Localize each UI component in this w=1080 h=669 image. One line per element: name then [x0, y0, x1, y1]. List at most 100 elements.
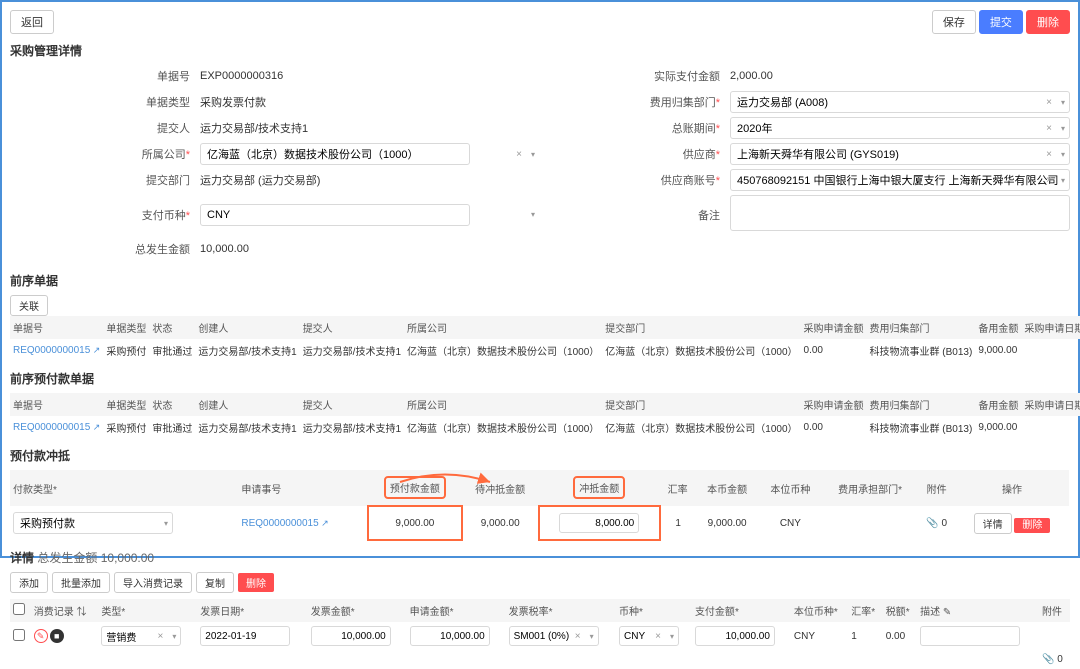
currency-select[interactable] — [200, 204, 470, 226]
seq2-title: 前序预付款单据 — [10, 370, 1070, 387]
offset-delete-button[interactable]: 删除 — [1014, 518, 1050, 533]
col-header: 采购申请日期 — [1021, 393, 1080, 416]
col-header: 备用金额 — [975, 316, 1021, 339]
chevron-down-icon[interactable]: ▾ — [1061, 98, 1065, 107]
date-input[interactable] — [200, 626, 290, 646]
col-payamt: 支付金额* — [692, 599, 791, 622]
detail-delete-button[interactable]: 删除 — [238, 573, 274, 592]
col-header: 提交人 — [300, 316, 404, 339]
doc-link[interactable]: REQ0000000015 — [13, 422, 100, 433]
tab-related[interactable]: 关联 — [10, 295, 48, 316]
chevron-down-icon[interactable]: ▾ — [164, 519, 168, 528]
chevron-down-icon[interactable]: ▾ — [1061, 176, 1065, 185]
copy-button[interactable]: 复制 — [196, 572, 234, 593]
chevron-down-icon[interactable]: ▾ — [1061, 124, 1065, 133]
submitter-value: 运力交易部/技术支持1 — [200, 120, 540, 136]
doctype-value: 采购发票付款 — [200, 94, 540, 110]
clear-icon[interactable]: × — [1046, 175, 1052, 186]
col-tax: 税额* — [883, 599, 917, 622]
table-cell: 采购预付 — [103, 416, 149, 439]
clear-icon[interactable]: × — [1046, 149, 1052, 160]
currency-label: 支付币种* — [10, 207, 200, 223]
chevron-down-icon[interactable]: ▾ — [531, 150, 535, 159]
col-dept: 费用承担部门 — [838, 485, 898, 496]
add-button[interactable]: 添加 — [10, 572, 48, 593]
localcur-cell: CNY — [791, 622, 848, 650]
company-select[interactable] — [200, 143, 470, 165]
clear-icon[interactable]: × — [516, 149, 522, 160]
col-taxrate: 发票税率* — [506, 599, 616, 622]
import-button[interactable]: 导入消费记录 — [114, 572, 192, 593]
table-cell: 运力交易部/技术支持1 — [300, 416, 404, 439]
seq1-title: 前序单据 — [10, 272, 1070, 289]
subdept-value: 运力交易部 (运力交易部) — [200, 172, 540, 188]
table-cell: 审批通过 — [149, 339, 195, 362]
attachment-icon[interactable]: 📎 — [926, 518, 941, 529]
col-rate: 汇率 — [660, 470, 696, 506]
col-header: 单据类型 — [103, 393, 149, 416]
company-label: 所属公司* — [10, 146, 200, 162]
col-invoiceamt: 发票金额* — [308, 599, 407, 622]
clear-icon[interactable]: × — [575, 631, 581, 642]
table-cell: 运力交易部/技术支持1 — [195, 339, 299, 362]
supplier-select[interactable] — [730, 143, 1070, 165]
apply-amt-input[interactable] — [410, 626, 490, 646]
back-button[interactable]: 返回 — [10, 10, 54, 34]
batch-add-button[interactable]: 批量添加 — [52, 572, 110, 593]
col-prepay-highlight: 预付款金额 — [384, 476, 446, 499]
col-localcur: 本位币种* — [791, 599, 848, 622]
clear-icon[interactable]: × — [1046, 97, 1052, 108]
chevron-down-icon[interactable]: ▾ — [531, 210, 535, 219]
col-ops: 操作 — [955, 470, 1069, 506]
attachment-icon[interactable]: 📎 — [1042, 654, 1057, 665]
remark-textarea[interactable] — [730, 195, 1070, 231]
taxrate-select[interactable] — [509, 626, 599, 646]
col-offset-highlight: 冲抵金额 — [573, 476, 625, 499]
edit-icon[interactable]: ✎ — [34, 629, 48, 643]
col-header: 提交人 — [300, 393, 404, 416]
subdept-label: 提交部门 — [10, 172, 200, 188]
invoice-amt-input[interactable] — [311, 626, 391, 646]
row-checkbox[interactable] — [13, 629, 25, 641]
doc-link[interactable]: REQ0000000015 — [13, 345, 100, 356]
invoice-icon[interactable]: ■ — [50, 629, 64, 643]
chevron-down-icon[interactable]: ▾ — [670, 632, 674, 641]
clear-icon[interactable]: × — [157, 631, 163, 642]
chevron-down-icon[interactable]: ▾ — [590, 632, 594, 641]
delete-button[interactable]: 删除 — [1026, 10, 1070, 34]
offset-detail-button[interactable]: 详情 — [974, 513, 1012, 534]
seq2-table: 单据号单据类型状态创建人提交人所属公司提交部门采购申请金额费用归集部门备用金额采… — [10, 393, 1080, 439]
payamt-input[interactable] — [695, 626, 775, 646]
actualpay-label: 实际支付金额 — [540, 68, 730, 84]
detail-table: 消费记录 ⇅ 类型* 发票日期* 发票金额* 申请金额* 发票税率* 币种* 支… — [10, 599, 1070, 669]
total-label: 总发生金额 — [10, 241, 200, 257]
table-cell: 科技物流事业群 (B013) — [867, 339, 976, 362]
table-cell: 0.00 — [801, 339, 867, 362]
save-button[interactable]: 保存 — [932, 10, 976, 34]
table-cell — [1021, 339, 1080, 362]
tax-cell: 0.00 — [883, 622, 917, 650]
clear-icon[interactable]: × — [1046, 123, 1052, 134]
chevron-down-icon[interactable]: ▾ — [1061, 150, 1065, 159]
offset-paytype-select[interactable] — [13, 512, 173, 534]
offset-reqno-link[interactable]: REQ0000000015 — [241, 518, 328, 529]
rate-cell: 1 — [848, 622, 882, 650]
clear-icon[interactable]: × — [655, 631, 661, 642]
col-header: 提交部门 — [602, 393, 800, 416]
docno-value: EXP0000000316 — [200, 70, 540, 82]
col-header: 采购申请金额 — [801, 316, 867, 339]
period-select[interactable] — [730, 117, 1070, 139]
acct-select[interactable] — [730, 169, 1070, 191]
costdept-select[interactable] — [730, 91, 1070, 113]
offset-table: 付款类型* 申请事号 预付款金额 待冲抵金额 冲抵金额 汇率 本币金额 本位币种… — [10, 470, 1070, 541]
offset-amount-input[interactable] — [559, 513, 639, 533]
submit-button[interactable]: 提交 — [979, 10, 1023, 34]
desc-input[interactable] — [920, 626, 1020, 646]
col-header: 单据类型 — [103, 316, 149, 339]
remark-label: 备注 — [540, 207, 730, 223]
table-cell: REQ0000000015 — [10, 339, 103, 362]
type-select[interactable] — [101, 626, 181, 646]
select-all-checkbox[interactable] — [13, 603, 25, 615]
col-localamt: 本币金额 — [696, 470, 759, 506]
chevron-down-icon[interactable]: ▾ — [172, 632, 176, 641]
